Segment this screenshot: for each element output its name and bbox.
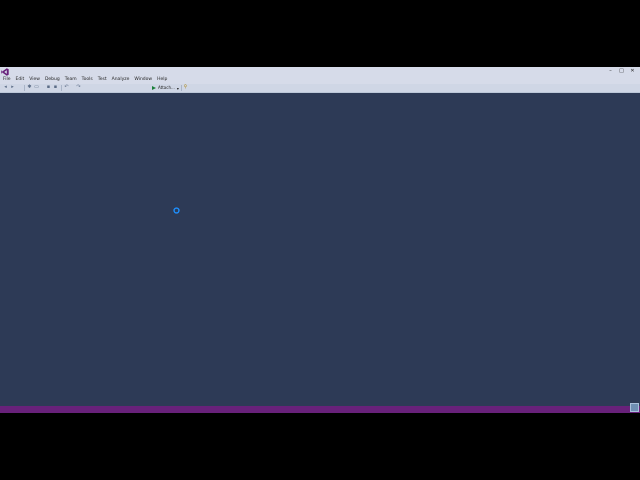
new-project-icon[interactable]: ✱	[27, 85, 32, 90]
start-button-label: Attach...	[158, 85, 175, 90]
title-bar: – □ ✕	[0, 67, 640, 76]
menu-bar: File Edit View Debug Team Tools Test Ana…	[0, 76, 640, 84]
chevron-down-icon[interactable]: ▾	[177, 86, 179, 91]
open-file-icon[interactable]: ▭	[34, 85, 39, 90]
menu-file[interactable]: File	[1, 76, 14, 84]
menu-window[interactable]: Window	[132, 76, 155, 84]
minimize-button[interactable]: –	[605, 67, 616, 76]
start-debugging-button[interactable]: Attach... ▾	[152, 85, 179, 91]
toolbar-separator	[24, 85, 25, 91]
maximize-button[interactable]: □	[616, 67, 627, 76]
find-icon[interactable]: ⚲	[183, 85, 188, 90]
menu-tools[interactable]: Tools	[80, 76, 96, 84]
standard-toolbar: ◂ ▸ ✱ ▭ ▪ ▪ ↶ ↷ Attach... ▾ ⚲	[0, 84, 640, 93]
save-all-icon[interactable]: ▪	[53, 85, 58, 90]
navigate-back-icon[interactable]: ◂	[3, 85, 8, 90]
menu-edit[interactable]: Edit	[14, 76, 28, 84]
visual-studio-window: – □ ✕ File Edit View Debug Team Tools Te…	[0, 67, 640, 413]
notifications-icon[interactable]	[630, 403, 639, 412]
redo-icon[interactable]: ↷	[76, 85, 81, 90]
status-bar	[0, 406, 640, 413]
start-icon	[152, 86, 156, 90]
undo-icon[interactable]: ↶	[64, 85, 69, 90]
navigate-forward-icon[interactable]: ▸	[10, 85, 15, 90]
window-controls: – □ ✕	[605, 67, 638, 76]
menu-test[interactable]: Test	[96, 76, 110, 84]
letterbox-top	[0, 0, 640, 67]
menu-debug[interactable]: Debug	[43, 76, 63, 84]
menu-help[interactable]: Help	[155, 76, 170, 84]
close-button[interactable]: ✕	[627, 67, 638, 76]
menu-view[interactable]: View	[27, 76, 43, 84]
toolbar-separator	[181, 85, 182, 91]
save-icon[interactable]: ▪	[46, 85, 51, 90]
toolbar-separator	[61, 85, 62, 91]
loading-spinner-icon	[173, 207, 180, 214]
visual-studio-logo-icon	[1, 68, 9, 76]
menu-analyze[interactable]: Analyze	[110, 76, 133, 84]
menu-team[interactable]: Team	[63, 76, 80, 84]
letterbox-bottom	[0, 413, 640, 480]
